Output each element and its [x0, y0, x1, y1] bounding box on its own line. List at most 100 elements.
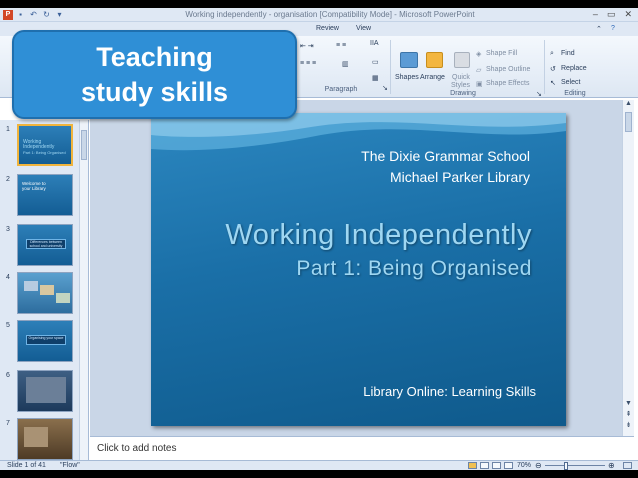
shape-effects-button[interactable]: Shape Effects — [486, 80, 529, 87]
ribbon-minimize-icon[interactable]: ⌃ — [596, 25, 602, 33]
quick-styles-button-line1[interactable]: Quick — [452, 74, 470, 81]
align-text-icon[interactable]: ▭ — [372, 58, 379, 66]
scrollbar-thumb[interactable] — [81, 130, 87, 160]
replace-icon[interactable]: ↺ — [550, 65, 556, 73]
shape-effects-icon[interactable]: ▣ — [476, 80, 483, 88]
close-icon[interactable]: ✕ — [624, 9, 632, 20]
editor-scrollbar[interactable]: ▲ ▼ ⇞ ⇟ — [622, 100, 634, 436]
shapes-icon[interactable] — [400, 52, 418, 68]
slide-subtitle: Part 1: Being Organised — [296, 257, 532, 280]
save-icon[interactable]: ▪ — [16, 10, 25, 19]
slide-school-name: The Dixie Grammar School — [361, 148, 530, 164]
tab-review[interactable]: Review — [316, 25, 339, 32]
shapes-button[interactable]: Shapes — [395, 74, 419, 81]
find-button[interactable]: Find — [561, 50, 575, 57]
shape-fill-button[interactable]: Shape Fill — [486, 50, 517, 57]
help-icon[interactable]: ? — [611, 25, 615, 32]
slide-show-view-icon[interactable] — [504, 462, 513, 469]
scroll-down-icon[interactable]: ▼ — [624, 400, 633, 407]
thumbnail-title: Working Independently — [23, 139, 55, 150]
zoom-level[interactable]: 70% — [517, 462, 531, 469]
shape-fill-icon[interactable]: ◈ — [476, 50, 481, 58]
status-bar: Slide 1 of 41 "Flow" 70% ⊖ ⊕ — [0, 460, 638, 470]
thumbnail-image[interactable]: Organising your space — [17, 320, 73, 362]
shape-outline-icon[interactable]: ▱ — [476, 66, 481, 74]
tab-view[interactable]: View — [356, 25, 371, 32]
wave-decoration — [151, 113, 566, 151]
align-left-icon[interactable]: ≡ ≡ ≡ — [300, 60, 316, 67]
select-button[interactable]: Select — [561, 79, 580, 86]
thumbnail-image[interactable] — [17, 272, 73, 314]
slide-thumbnail[interactable]: 7 — [0, 418, 80, 466]
photo-icon — [26, 377, 66, 403]
quick-styles-button-line2[interactable]: Styles — [451, 82, 470, 89]
arrange-button[interactable]: Arrange — [420, 74, 445, 81]
quick-styles-icon[interactable] — [454, 52, 470, 68]
scroll-up-icon[interactable]: ▲ — [624, 100, 633, 107]
slide-thumbnail[interactable]: 6 — [0, 370, 80, 418]
powerpoint-app-icon[interactable]: P — [3, 10, 13, 20]
zoom-in-icon[interactable]: ⊕ — [608, 461, 615, 470]
slide-thumbnail[interactable]: 2 Welcome to your Library — [0, 174, 80, 222]
slide-number: 1 — [6, 126, 10, 133]
arrange-icon[interactable] — [426, 52, 443, 68]
zoom-slider[interactable] — [545, 465, 605, 466]
banner-line-2: study skills — [80, 77, 229, 107]
slide-number: 2 — [6, 176, 10, 183]
photo-icon — [24, 427, 48, 447]
thumbnail-title: Welcome to your Library — [22, 181, 46, 191]
line-spacing-icon[interactable]: ≡ ≡ — [336, 42, 346, 49]
window-title: Working independently - organisation [Co… — [185, 10, 475, 19]
slide-thumbnail[interactable]: 3 Differences between school and univers… — [0, 224, 80, 272]
slide-sorter-view-icon[interactable] — [480, 462, 489, 469]
slide-thumbnail[interactable]: 1 Working Independently Part 1: Being Or… — [0, 124, 80, 172]
paragraph-dialog-launcher-icon[interactable]: ↘ — [382, 84, 388, 92]
fit-to-window-icon[interactable] — [623, 462, 632, 469]
thumbnail-image[interactable] — [17, 418, 73, 460]
undo-icon[interactable]: ↶ — [29, 10, 38, 19]
previous-slide-icon[interactable]: ⇞ — [624, 410, 633, 418]
thumbnail-image[interactable]: Differences between school and universit… — [17, 224, 73, 266]
app-root: P ▪ ↶ ↻ ▾ Working independently - organi… — [0, 0, 638, 478]
editing-group-label: Editing — [564, 90, 586, 97]
redo-icon[interactable]: ↻ — [42, 10, 51, 19]
slide-footer: Library Online: Learning Skills — [363, 384, 536, 399]
slide-thumbnail[interactable]: 5 Organising your space — [0, 320, 80, 368]
decrease-indent-icon[interactable]: ⇤ ⇥ — [300, 42, 314, 50]
thumbnail-subtitle: Part 1: Being Organised — [23, 150, 66, 155]
slides-panel: 1 Working Independently Part 1: Being Or… — [0, 120, 89, 460]
drawing-dialog-launcher-icon[interactable]: ↘ — [536, 90, 542, 98]
zoom-slider-handle[interactable] — [564, 462, 568, 470]
smartart-icon[interactable]: ▦ — [372, 74, 379, 82]
slides-panel-scrollbar[interactable] — [79, 120, 88, 460]
minimize-icon[interactable]: – — [593, 9, 598, 20]
thumbnail-title: Organising your space — [26, 335, 66, 345]
zoom-out-icon[interactable]: ⊖ — [535, 461, 542, 470]
columns-icon[interactable]: ▥ — [342, 60, 349, 68]
slide-thumbnail[interactable]: 4 — [0, 272, 80, 320]
ribbon-separator — [544, 40, 545, 94]
slide-canvas[interactable]: The Dixie Grammar School Michael Parker … — [151, 113, 566, 426]
thumbnail-image[interactable]: Working Independently Part 1: Being Orga… — [17, 124, 73, 166]
select-icon[interactable]: ↖ — [550, 79, 556, 87]
find-icon[interactable]: ⌕ — [550, 50, 554, 58]
notes-pane[interactable]: Click to add notes — [90, 436, 634, 460]
restore-icon[interactable]: ▭ — [607, 9, 616, 20]
customize-toolbar-icon[interactable]: ▾ — [55, 10, 64, 19]
thumbnail-image[interactable]: Welcome to your Library — [17, 174, 73, 216]
replace-button[interactable]: Replace — [561, 65, 587, 72]
notes-placeholder[interactable]: Click to add notes — [97, 443, 177, 454]
next-slide-icon[interactable]: ⇟ — [624, 421, 633, 429]
drawing-group-label: Drawing — [450, 90, 476, 97]
photo-icon — [24, 281, 38, 291]
theme-name[interactable]: "Flow" — [60, 462, 80, 469]
paragraph-group-label: Paragraph — [324, 86, 358, 93]
thumbnail-image[interactable] — [17, 370, 73, 412]
text-direction-icon[interactable]: IIA — [370, 40, 379, 47]
shape-outline-button[interactable]: Shape Outline — [486, 66, 530, 73]
title-bar: P ▪ ↶ ↻ ▾ Working independently - organi… — [0, 8, 638, 22]
reading-view-icon[interactable] — [492, 462, 501, 469]
normal-view-icon[interactable] — [468, 462, 477, 469]
scrollbar-thumb[interactable] — [625, 112, 632, 132]
slide-number: 4 — [6, 274, 10, 281]
